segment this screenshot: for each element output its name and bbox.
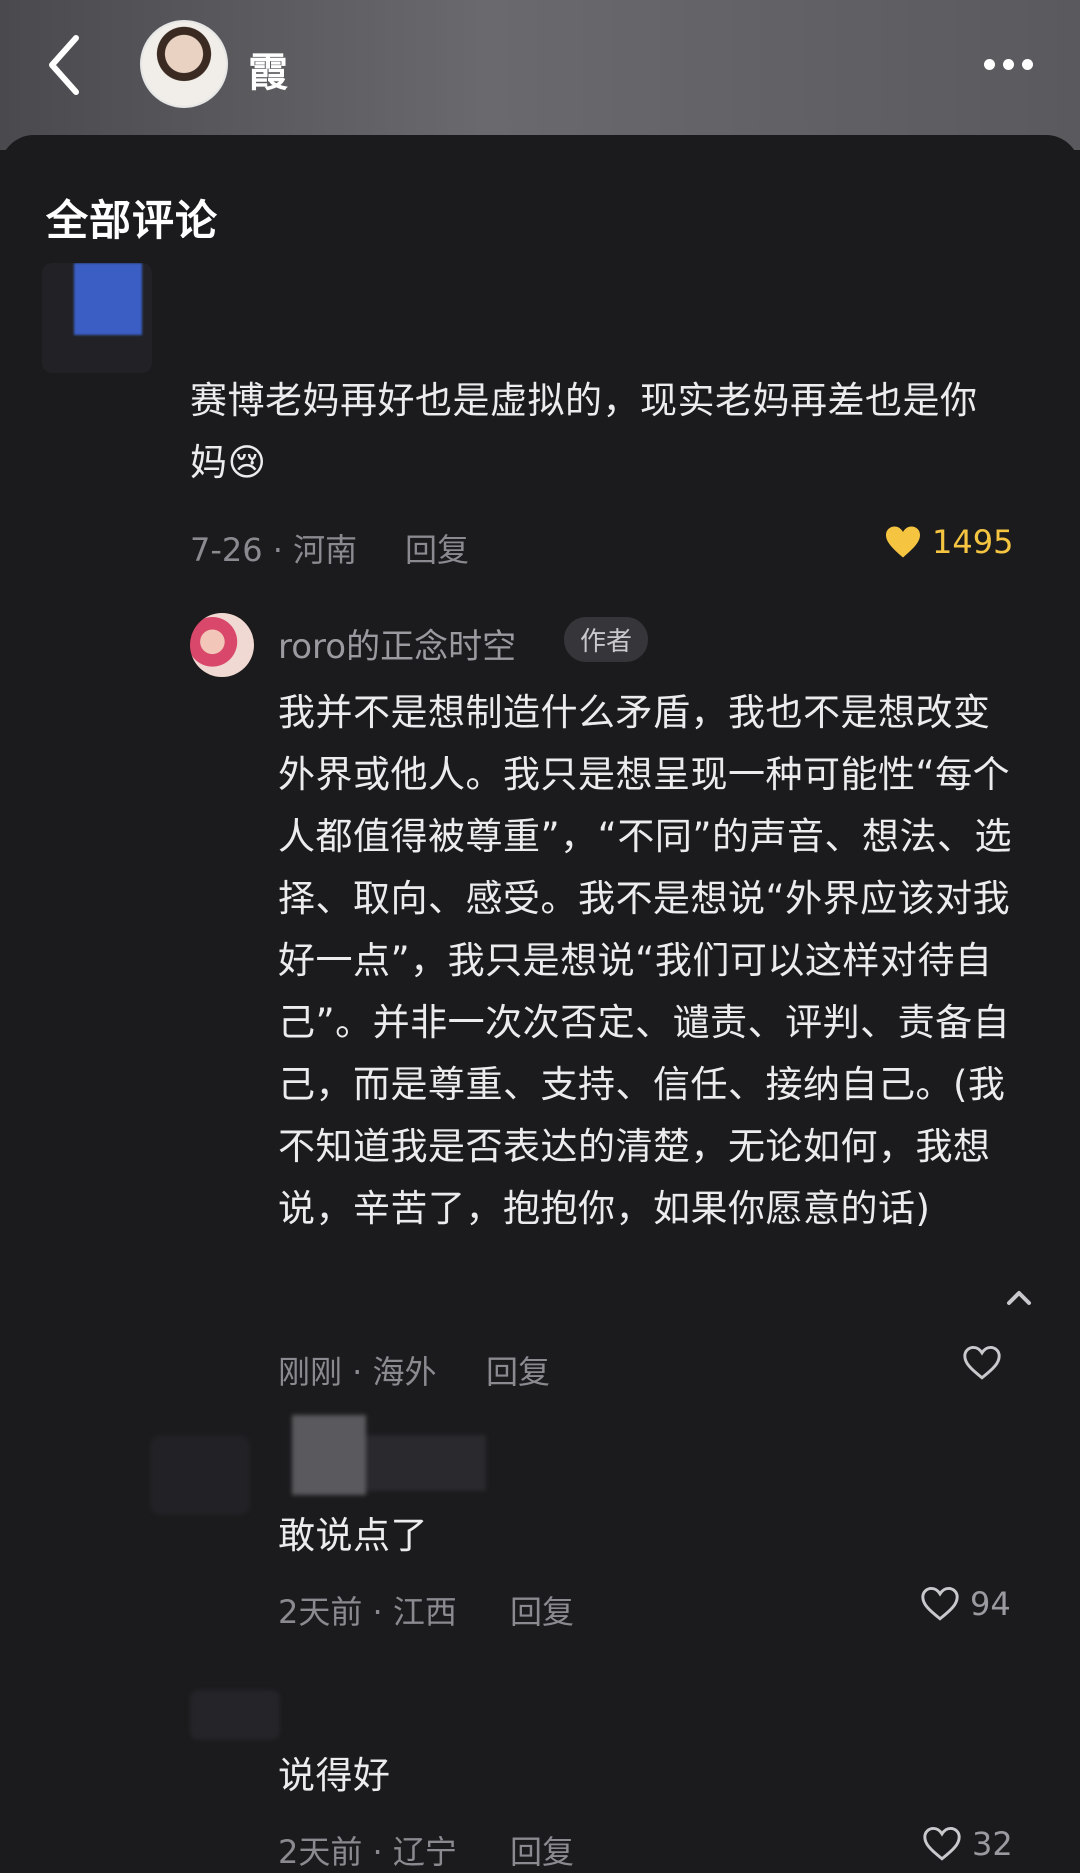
- comment-avatar[interactable]: [190, 1690, 280, 1740]
- comment-text: 说得好: [278, 1754, 391, 1797]
- top-bar: 霞: [0, 0, 1080, 150]
- comment-item: 说得好 2天前 · 辽宁 回复 32: [0, 135, 1080, 1873]
- profile-avatar[interactable]: [140, 20, 228, 108]
- like-button[interactable]: 32: [922, 1825, 1013, 1863]
- comments-panel: 全部评论 赛博老妈再好也是虚拟的，现实老妈再差也是你妈😢 7-26 · 河南 回…: [0, 135, 1080, 1873]
- heart-outline-icon: [923, 1826, 961, 1861]
- like-count: 32: [972, 1825, 1013, 1863]
- back-icon[interactable]: [40, 30, 100, 100]
- comment-meta: 2天前 · 辽宁: [278, 1833, 457, 1871]
- more-options-icon[interactable]: [984, 52, 1044, 76]
- profile-name[interactable]: 霞: [248, 40, 288, 98]
- reply-button[interactable]: 回复: [510, 1827, 574, 1873]
